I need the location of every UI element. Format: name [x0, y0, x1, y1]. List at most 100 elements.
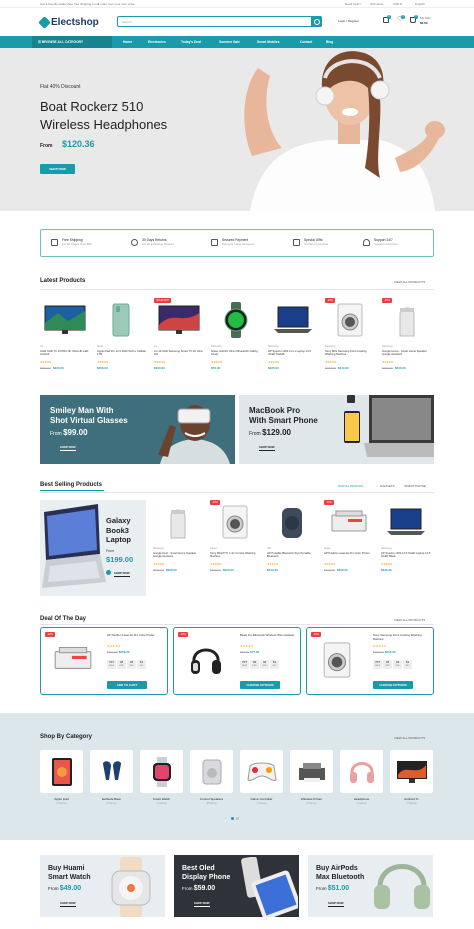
- deal-product-name[interactable]: Beats Pro Bluetooth Wireless Wire Headse…: [240, 633, 298, 637]
- add-to-cart-button[interactable]: ADD TO CART: [107, 681, 147, 689]
- tab-gadgets[interactable]: GADGETS: [380, 484, 395, 488]
- product-name[interactable]: HP Portable Bluetooth Toys Portable Blue…: [267, 552, 317, 558]
- countdown-secs-value: 51: [272, 660, 277, 664]
- category-card[interactable]: Smart Watch (7 Items): [140, 750, 183, 815]
- category-name: Smart Watch: [152, 797, 171, 801]
- promo-shop-now-link[interactable]: SHOP NOW: [328, 901, 344, 907]
- nav-item-electronics[interactable]: Electronics: [148, 40, 166, 44]
- macbook-banner-title-line2: With Smart Phone: [249, 415, 318, 425]
- product-old-price: $260.00: [325, 366, 336, 370]
- product-name[interactable]: Intelli UHD TV 43 PRO 4K Ultra HD LED An…: [40, 350, 90, 356]
- choose-options-button[interactable]: CHOOSE OPTIONS: [373, 681, 413, 689]
- galaxy-book-feature-banner[interactable]: Galaxy Book3 Laptop From $199.00 SHOP NOW: [40, 500, 146, 596]
- product-card[interactable]: -10% Samsung Google Home - Smart Home Sp…: [382, 298, 432, 378]
- nav-item-blog[interactable]: Blog: [326, 40, 333, 44]
- promo-from-label: From: [182, 886, 193, 891]
- product-card[interactable]: -10% Samsung Sony 8KG Samsung Front Load…: [325, 298, 375, 378]
- latest-view-all-link[interactable]: VIEW ALL PRODUCTS: [394, 280, 425, 284]
- product-name[interactable]: Google Nest - Smart Home Speaker Google …: [153, 552, 203, 558]
- airpods-max-promo-tile[interactable]: Buy AirPods Max Bluetooth From $51.00 SHO…: [308, 855, 433, 917]
- product-card[interactable]: Apple Apple iPad Pro 12.9 2022 Wi-Fi+ Ce…: [97, 298, 147, 378]
- category-card[interactable]: Headphone (7 Items): [340, 750, 383, 815]
- return-icon: [131, 239, 138, 246]
- macbook-banner-shop-now-link[interactable]: SHOP NOW: [259, 445, 275, 451]
- deal-current-price: $250.00: [384, 650, 396, 654]
- search-input[interactable]: Search: [117, 16, 322, 27]
- tab-digital-devices[interactable]: DIGITAL DEVICES: [338, 484, 363, 488]
- browse-all-category-button[interactable]: ☰ BROWSE ALL CATEGORY: [32, 36, 112, 48]
- galaxy-shop-now-link[interactable]: SHOP NOW: [114, 571, 130, 577]
- nav-item-smart-mobiles[interactable]: Smart Mobiles: [257, 40, 280, 44]
- deals-view-all-link[interactable]: VIEW ALL PRODUCTS: [394, 618, 425, 622]
- category-name: Earbuds Base: [102, 797, 121, 801]
- product-name[interactable]: Noise ColorFit Ultra 3 Bluetooth Calling…: [211, 350, 261, 356]
- product-card[interactable]: LG Intelli UHD TV 43 PRO 4K Ultra HD LED…: [40, 298, 90, 378]
- deal-card[interactable]: -10% Sony Samsung Front Loading Washing …: [306, 627, 434, 695]
- category-card[interactable]: Game Controller (7 Items): [240, 750, 283, 815]
- product-card[interactable]: Samsung HP Spectre x360 14.5 OLED Laptop…: [381, 500, 431, 580]
- category-image: [190, 750, 233, 793]
- promo-shop-now-link[interactable]: SHOP NOW: [194, 901, 210, 907]
- product-card[interactable]: Samsung Noise ColorFit Ultra 3 Bluetooth…: [211, 298, 261, 378]
- product-name[interactable]: Sony 8KG(6*7) 1.4m Combo Washing Machine: [210, 552, 260, 558]
- nav-item-home[interactable]: Home: [123, 40, 132, 44]
- vr-banner-shop-now-link[interactable]: SHOP NOW: [60, 445, 76, 451]
- nav-item-todays-deal[interactable]: Today's Deal: [181, 40, 201, 44]
- product-card[interactable]: -10% Canon Sony 8KG(6*7) 1.4m Combo Wash…: [210, 500, 260, 580]
- nav-item-summer-sale[interactable]: Summer Sale: [219, 40, 240, 44]
- vr-banner-title-line1: Smiley Man With: [50, 406, 114, 415]
- hero-shop-now-button[interactable]: SHOP NOW: [40, 164, 75, 174]
- deal-card[interactable]: -10% Beats Pro Bluetooth Wireless Wire H…: [173, 627, 301, 695]
- need-help-link[interactable]: Need Help?: [345, 2, 361, 6]
- printer-image: [54, 646, 92, 669]
- search-button[interactable]: [311, 16, 322, 27]
- product-card[interactable]: Samsung Google Nest - Smart Home Speaker…: [153, 500, 203, 580]
- product-name[interactable]: Sony 8KG Samsung Front Loading Washing M…: [325, 350, 375, 356]
- product-image: [43, 301, 87, 339]
- deal-product-name[interactable]: Sony Samsung Front Loading Washing Machi…: [373, 633, 431, 641]
- carousel-dot-active[interactable]: [231, 817, 234, 820]
- logo[interactable]: Electshop: [38, 16, 99, 29]
- product-name[interactable]: Apple iPad Pro 12.9 2022 Wi-Fi+ Cellular…: [97, 350, 147, 356]
- tab-smart-phone[interactable]: SMART PHONE: [404, 484, 426, 488]
- categories-view-all-link[interactable]: VIEW ALL PRODUCTS: [394, 736, 425, 740]
- macbook-promo-banner[interactable]: MacBook Pro With Smart Phone From $129.00…: [239, 395, 434, 464]
- deal-card[interactable]: -10% HP Pavilion LaserJet Pro Color Prin…: [40, 627, 168, 695]
- product-card[interactable]: JBL HP Portable Bluetooth Toys Portable …: [267, 500, 317, 580]
- macbook-banner-title: MacBook Pro With Smart Phone: [249, 406, 318, 425]
- vr-promo-banner[interactable]: Smiley Man With Shot Virtual Glasses From…: [40, 395, 235, 464]
- product-name[interactable]: HP Pavilion LaserJet Pro Color Printer: [324, 552, 374, 555]
- product-name[interactable]: HP Spectre x360 2-in-1 Laptop 13.5 OLED …: [268, 350, 318, 356]
- account-link[interactable]: Login / Register: [338, 19, 359, 23]
- carousel-dot[interactable]: [236, 817, 239, 820]
- choose-options-button[interactable]: CHOOSE OPTIONS: [240, 681, 280, 689]
- product-price: $330.00 $300.00: [153, 568, 177, 572]
- deal-product-name[interactable]: HP Pavilion LaserJet Pro Color Printer: [107, 633, 165, 637]
- oled-phone-promo-tile[interactable]: Best Oled Display Phone From $59.00 SHOP …: [174, 855, 299, 917]
- gift-cards-link[interactable]: Gift Cards: [370, 2, 384, 6]
- category-card[interactable]: Wireless Printer (7 Items): [290, 750, 333, 815]
- countdown-hours: 04 HRS: [250, 660, 259, 669]
- promo-from-label: From: [48, 886, 59, 891]
- smartwatch-promo-tile[interactable]: Buy Huami Smart Watch From $49.00 SHOP NO…: [40, 855, 165, 917]
- nav-item-contact[interactable]: Contact: [300, 40, 312, 44]
- product-card[interactable]: SOLD OUT LG LG 49 UHD Samsung Smart TV 4…: [154, 298, 204, 378]
- category-card[interactable]: Control Speakers (8 Items): [190, 750, 233, 815]
- product-name[interactable]: Google Home - Smart Home Speaker Google …: [382, 350, 432, 356]
- countdown-hours-value: 04: [385, 660, 390, 664]
- promo-shop-now-link[interactable]: SHOP NOW: [60, 901, 76, 907]
- product-name[interactable]: LG 49 UHD Samsung Smart TV 4K Ultra HD: [154, 350, 204, 356]
- product-card[interactable]: Samsung HP Spectre x360 2-in-1 Laptop 13…: [268, 298, 318, 378]
- language-select[interactable]: English: [415, 2, 425, 6]
- product-name[interactable]: HP Spectre x360 14.5 OLED Laptop 13.5 OL…: [381, 552, 431, 558]
- oled-phone-image: [241, 857, 298, 917]
- category-card[interactable]: Earbuds Base (7 Items): [90, 750, 133, 815]
- product-card[interactable]: -10% Apple HP Pavilion LaserJet Pro Colo…: [324, 500, 374, 580]
- category-name: Wireless Printer: [300, 797, 323, 801]
- category-card[interactable]: Android Tv (7 Items): [390, 750, 433, 815]
- deal-price: $290.00 $250.00: [373, 650, 396, 654]
- product-image: [213, 503, 257, 541]
- currency-select[interactable]: USD $: [393, 2, 402, 6]
- category-card[interactable]: Apple Ipad (7 Items): [40, 750, 83, 815]
- countdown-secs-label: SEC: [405, 665, 410, 667]
